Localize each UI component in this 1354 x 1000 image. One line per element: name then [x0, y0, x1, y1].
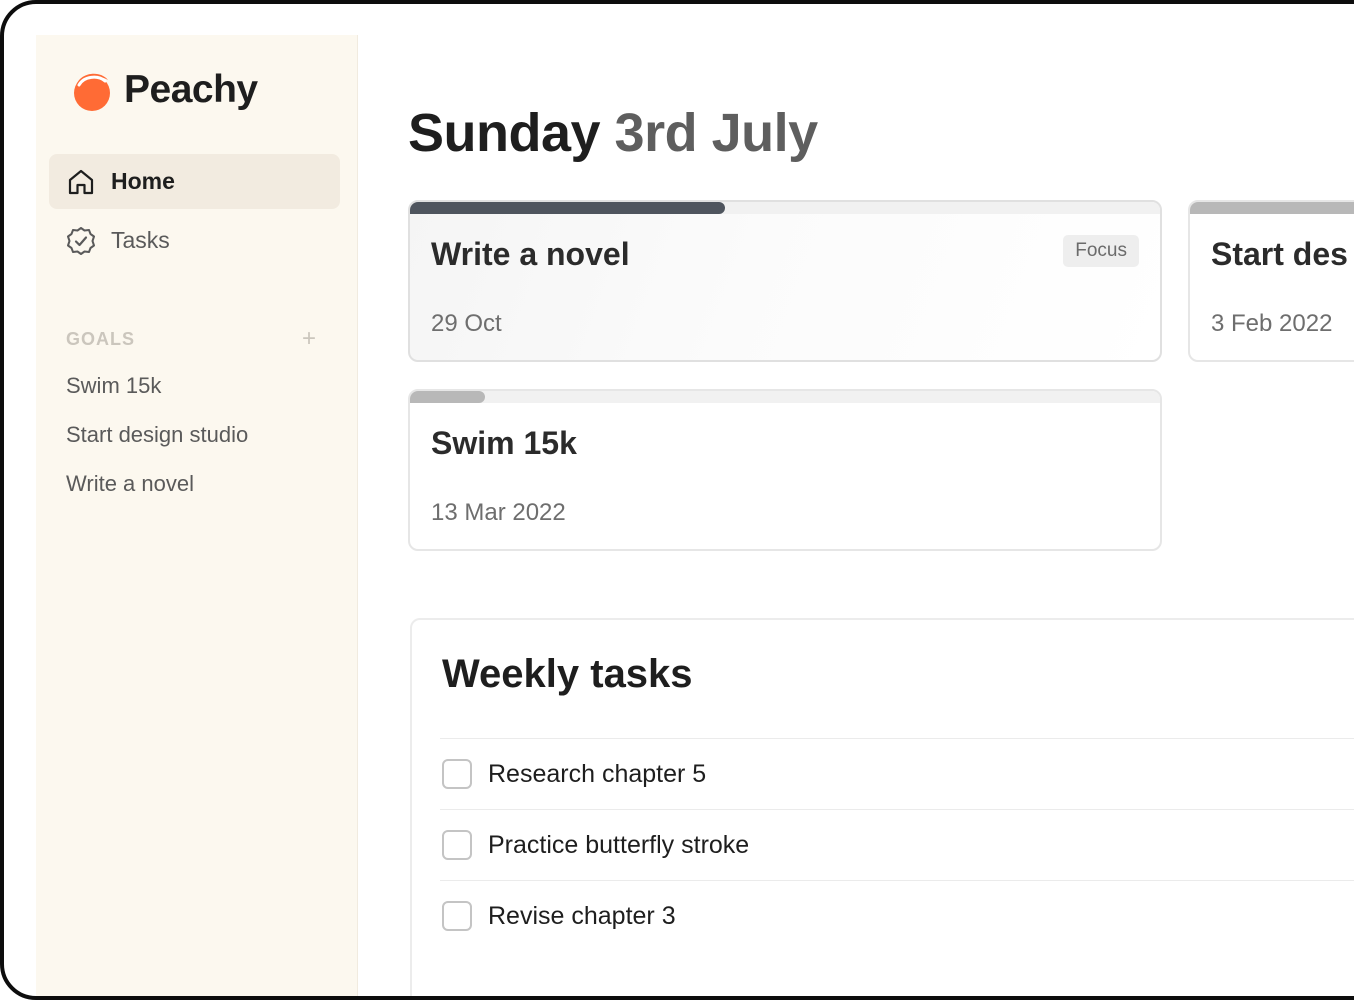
goal-card-date: 13 Mar 2022: [431, 499, 566, 526]
weekly-tasks-title: Weekly tasks: [442, 652, 693, 696]
goal-card-title: Swim 15k: [431, 425, 577, 461]
badge-check-icon: [67, 226, 95, 255]
focus-badge: Focus: [1063, 235, 1139, 267]
task-row[interactable]: Revise chapter 3: [440, 880, 1354, 951]
task-label: Practice butterfly stroke: [488, 830, 750, 859]
sidebar-goal-design-studio[interactable]: Start design studio: [66, 422, 248, 448]
task-label: Revise chapter 3: [488, 901, 676, 930]
task-checkbox[interactable]: [442, 830, 472, 860]
goal-card-date: 3 Feb 2022: [1211, 310, 1333, 337]
nav-item-home[interactable]: Home: [49, 154, 340, 209]
goals-section-header: GOALS +: [66, 327, 316, 351]
nav-label-tasks: Tasks: [111, 227, 170, 253]
goal-card-date: 29 Oct: [431, 310, 502, 337]
weekly-tasks-panel: Weekly tasks Research chapter 5 Practice…: [410, 618, 1354, 996]
task-checkbox[interactable]: [442, 759, 472, 789]
app-logo[interactable]: Peachy: [70, 68, 258, 112]
home-icon: [68, 169, 94, 194]
app-name: Peachy: [124, 68, 258, 111]
task-row[interactable]: Research chapter 5: [440, 738, 1354, 809]
app-window: Peachy Home Tasks GOALS + Swim 15k Start…: [0, 0, 1354, 1000]
nav-label-home: Home: [111, 168, 175, 194]
nav-item-tasks[interactable]: Tasks: [49, 213, 340, 268]
goal-card-title: Write a novel: [431, 236, 630, 272]
task-row[interactable]: Practice butterfly stroke: [440, 809, 1354, 880]
date-day: Sunday: [408, 103, 601, 163]
goal-progress-bar: [410, 202, 1160, 214]
sidebar: Peachy Home Tasks GOALS + Swim 15k Start…: [36, 35, 358, 996]
goal-card[interactable]: Start des 3 Feb 2022: [1188, 200, 1354, 362]
task-label: Research chapter 5: [488, 759, 707, 788]
goal-card[interactable]: Swim 15k 13 Mar 2022: [408, 389, 1162, 551]
goal-progress-fill: [410, 391, 485, 403]
goal-progress-fill: [1190, 202, 1354, 214]
date-rest: 3rd July: [600, 103, 819, 163]
peach-logo-icon: [74, 73, 110, 111]
plus-icon[interactable]: +: [302, 327, 316, 351]
page-title: Sunday 3rd July: [408, 102, 818, 164]
sidebar-goal-swim[interactable]: Swim 15k: [66, 373, 161, 399]
goal-progress-bar: [410, 391, 1160, 403]
goal-card-title: Start des: [1211, 236, 1348, 272]
goal-card[interactable]: Write a novel Focus 29 Oct: [408, 200, 1162, 362]
task-checkbox[interactable]: [442, 901, 472, 931]
goal-progress-fill: [410, 202, 725, 214]
goal-progress-bar: [1190, 202, 1354, 214]
goals-title: GOALS: [66, 328, 136, 349]
sidebar-goal-novel[interactable]: Write a novel: [66, 471, 194, 497]
